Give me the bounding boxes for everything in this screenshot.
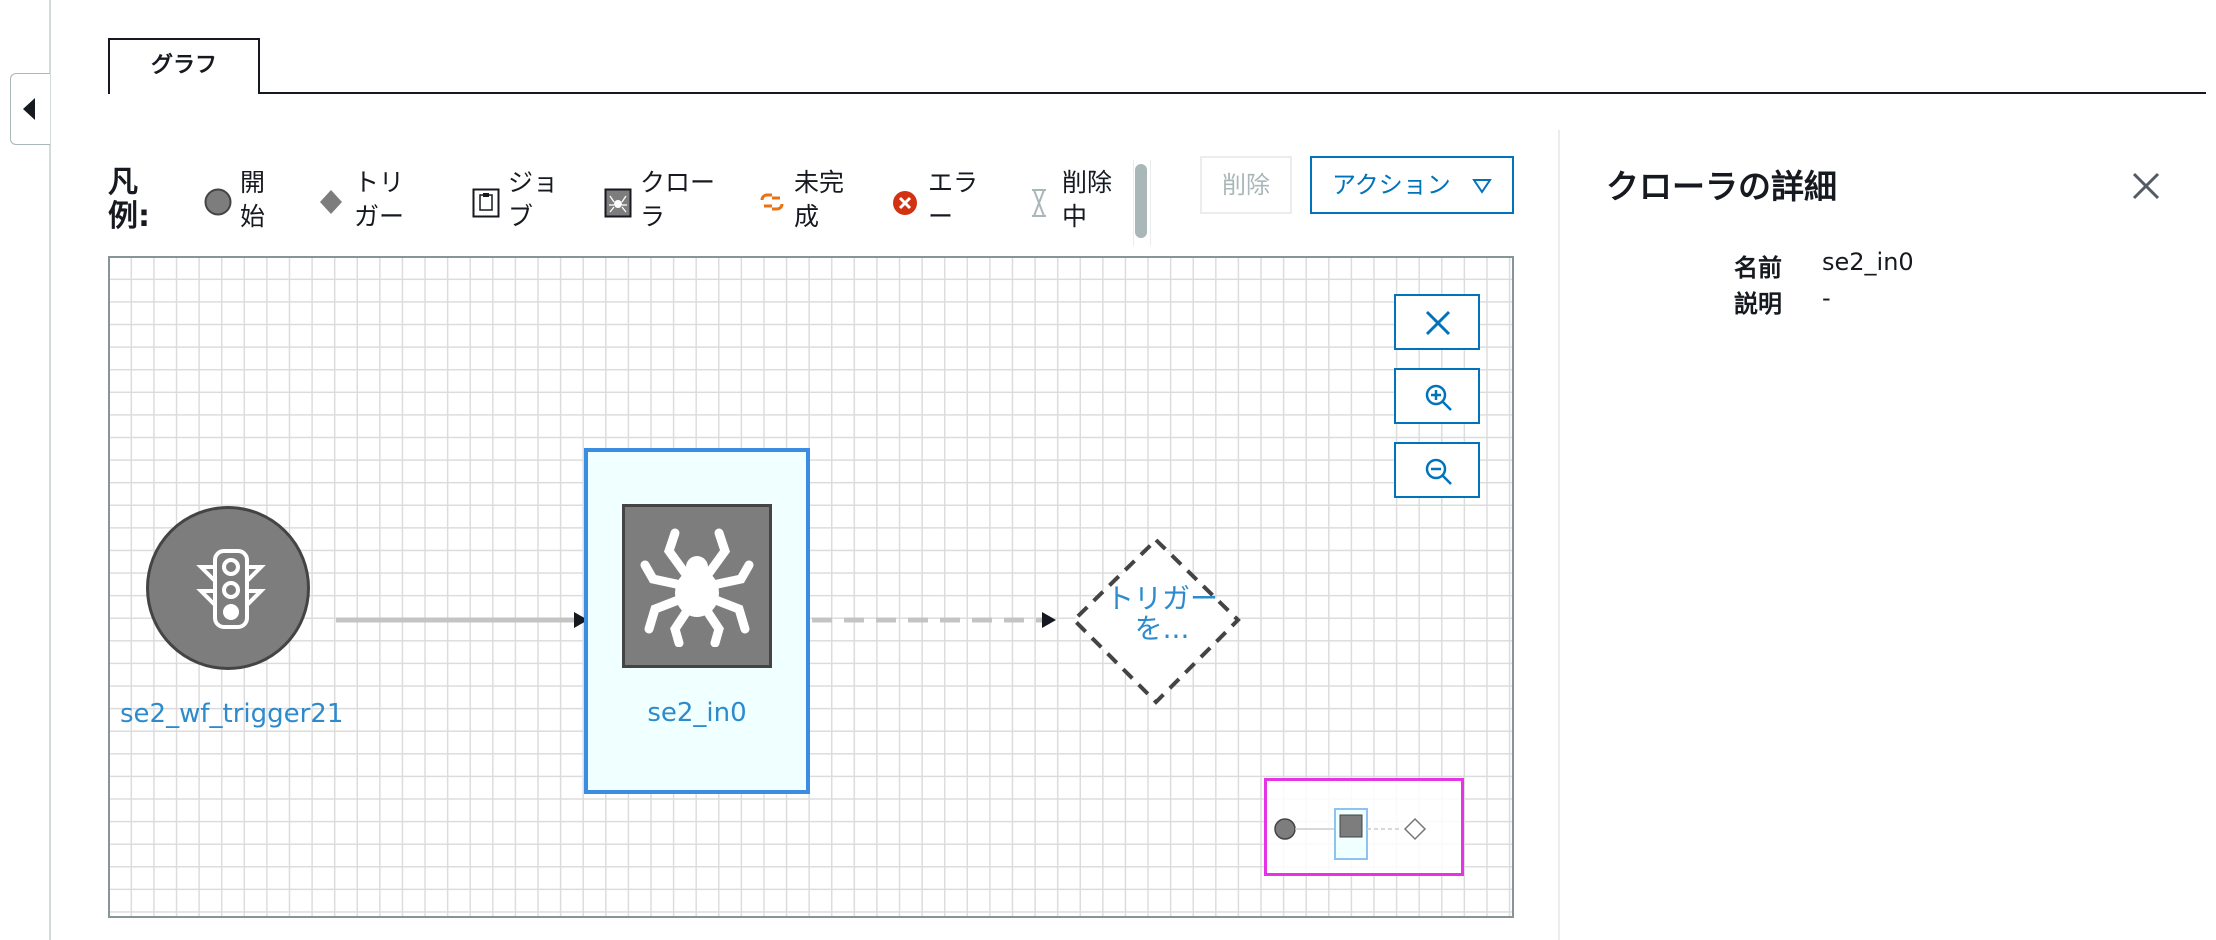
action-dropdown-button[interactable]: アクション [1310, 156, 1514, 214]
legend-label: ジョブ [508, 168, 559, 231]
workflow-graph-canvas[interactable]: se2_wf_trigger21 se2_in0 トリガーを... [108, 256, 1514, 918]
incomplete-link-icon [760, 193, 784, 211]
crawler-node-label: se2_in0 [647, 698, 747, 728]
legend-label: トリガー [354, 168, 405, 231]
job-clipboard-icon [472, 188, 500, 218]
trigger-diamond-icon [320, 190, 342, 214]
legend-label: 開始 [240, 168, 266, 231]
legend-scrollbar[interactable] [1133, 160, 1151, 246]
legend-item-error: エラー [892, 166, 1002, 236]
field-key-description: 説明 [1734, 290, 1782, 318]
legend-item-start: 開始 [204, 166, 274, 236]
field-value-description: - [1822, 284, 1831, 312]
legend-label: 削除中 [1062, 168, 1113, 231]
legend-item-incomplete: 未完成 [758, 166, 868, 236]
details-panel-title: クローラの詳細 [1606, 167, 1837, 206]
zoom-in-icon [1425, 384, 1452, 411]
graph-minimap[interactable] [1264, 778, 1464, 876]
start-circle-icon [204, 188, 232, 216]
error-icon [893, 191, 917, 215]
delete-button[interactable]: 削除 [1200, 156, 1292, 214]
collapse-panel-button[interactable] [10, 73, 50, 145]
caret-left-icon [23, 98, 35, 120]
legend-item-deleting: 削除中 [1030, 166, 1120, 236]
crawler-spider-icon [604, 188, 632, 218]
panel-divider [1558, 130, 1560, 940]
legend-item-trigger: トリガー [318, 166, 438, 236]
tab-graph[interactable]: グラフ [108, 38, 260, 94]
zoom-out-button[interactable] [1394, 442, 1480, 498]
close-icon [2132, 172, 2160, 200]
reset-graph-button[interactable] [1394, 294, 1480, 350]
legend-item-crawler: クローラ [604, 166, 724, 236]
crawler-node-icon-box [622, 504, 772, 668]
zoom-in-button[interactable] [1394, 368, 1480, 424]
minimap-preview [1274, 808, 1427, 860]
start-node-label[interactable]: se2_wf_trigger21 [120, 698, 343, 730]
spider-icon [640, 528, 754, 647]
add-trigger-node[interactable]: トリガーを... [1098, 584, 1226, 644]
action-label: アクション [1332, 171, 1451, 199]
field-key-name: 名前 [1734, 254, 1782, 282]
legend-label: エラー [928, 168, 979, 231]
start-node[interactable] [146, 506, 310, 670]
field-value-name: se2_in0 [1822, 248, 1914, 276]
crawler-node[interactable]: se2_in0 [584, 448, 810, 794]
legend-title: 凡例: [108, 165, 150, 234]
legend-label: 未完成 [794, 168, 845, 231]
legend-item-job: ジョブ [472, 166, 562, 236]
hourglass-icon [1032, 189, 1046, 217]
zoom-out-icon [1425, 458, 1452, 485]
legend-label: クローラ [640, 168, 716, 231]
traffic-light-icon [196, 549, 266, 629]
caret-down-icon [1472, 179, 1492, 194]
tab-underline [108, 92, 2206, 94]
close-details-button[interactable] [2128, 168, 2164, 204]
close-icon [1425, 310, 1451, 336]
